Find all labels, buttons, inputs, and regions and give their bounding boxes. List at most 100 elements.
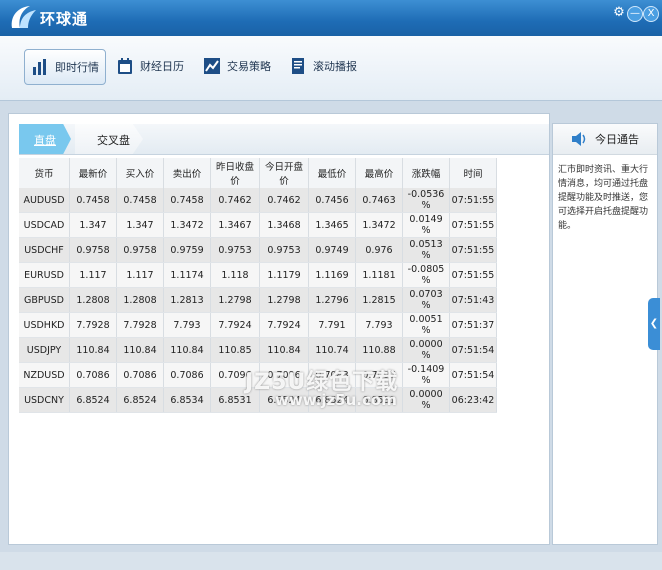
table-cell: 0.9758 (116, 237, 164, 263)
table-cell: -0.0805 % (402, 262, 450, 288)
table-cell: 1.1181 (355, 262, 403, 288)
table-cell: 0.7458 (69, 188, 117, 213)
app-logo-icon (11, 6, 36, 28)
bar-chart-icon (33, 59, 46, 75)
calendar-icon (118, 58, 132, 74)
minimize-button[interactable]: — (627, 6, 643, 22)
table-cell: 7.791 (308, 312, 356, 338)
table-cell: 1.118 (210, 262, 260, 288)
table-cell: 1.2808 (116, 287, 164, 313)
table-cell: 7.7928 (69, 312, 117, 338)
table-cell: 07:51:54 (449, 337, 497, 363)
table-cell: 0.7086 (163, 362, 211, 388)
tab-label: 交叉盘 (97, 134, 130, 147)
table-cell: 1.117 (116, 262, 164, 288)
column-header[interactable]: 最高价 (355, 158, 403, 188)
table-cell: 1.3468 (259, 212, 309, 238)
toolbar-trading-strategy-button[interactable]: 交易策略 (197, 49, 277, 83)
table-cell: 1.2798 (259, 287, 309, 313)
table-cell: 6.8534 (163, 387, 211, 413)
table-cell: 110.85 (210, 337, 260, 363)
side-panel-toggle[interactable]: ❮ (648, 298, 660, 350)
table-row[interactable]: USDCHF 0.9758 0.9758 0.9759 0.9753 0.9753 0.97… (19, 237, 497, 263)
table-cell: USDCHF (19, 237, 70, 263)
table-cell: 0.9753 (259, 237, 309, 263)
toolbar-economic-calendar-button[interactable]: 财经日历 (110, 49, 190, 83)
table-cell: 6.8524 (69, 387, 117, 413)
table-cell: 0.7086 (116, 362, 164, 388)
column-header[interactable]: 买入价 (116, 158, 164, 188)
notice-title: 今日通告 (595, 133, 639, 146)
table-cell: 0.9749 (308, 237, 356, 263)
column-header[interactable]: 今日开盘价 (259, 158, 309, 188)
table-row[interactable]: USDHKD 7.7928 7.7928 7.793 7.7924 7.7924 7.791… (19, 312, 497, 338)
toolbar: 即时行情 财经日历 交易策略 滚动播报 (0, 36, 662, 101)
market-tabs: 直盘 交叉盘 (19, 124, 549, 155)
table-cell: 1.2796 (308, 287, 356, 313)
table-row[interactable]: GBPUSD 1.2808 1.2808 1.2813 1.2798 1.2798 1.27… (19, 287, 497, 313)
settings-gear-icon[interactable]: ⚙ (612, 6, 626, 20)
table-cell: 0.0051 % (402, 312, 450, 338)
column-header[interactable]: 时间 (449, 158, 497, 188)
table-cell: 0.9759 (163, 237, 211, 263)
table-cell: 06:23:42 (449, 387, 497, 413)
table-cell: 6.8524 (116, 387, 164, 413)
table-cell: 0.976 (355, 237, 403, 263)
table-cell: 0.7456 (308, 188, 356, 213)
watermark: JZ5U绿色下载 www.jz5u.com (245, 364, 445, 424)
column-header[interactable]: 涨跌幅 (402, 158, 450, 188)
table-cell: USDHKD (19, 312, 70, 338)
toolbar-rolling-broadcast-button[interactable]: 滚动播报 (283, 49, 363, 83)
column-header[interactable]: 最低价 (308, 158, 356, 188)
table-cell: 1.347 (69, 212, 117, 238)
table-row[interactable]: USDCAD 1.347 1.347 1.3472 1.3467 1.3468 1.3465… (19, 212, 497, 238)
close-button[interactable]: X (643, 6, 659, 22)
table-row[interactable]: AUDUSD 0.7458 0.7458 0.7458 0.7462 0.7462 0.74… (19, 188, 497, 213)
table-cell: 0.0513 % (402, 237, 450, 263)
table-cell: 0.7458 (163, 188, 211, 213)
table-cell: 110.84 (69, 337, 117, 363)
table-row[interactable]: USDJPY 110.84 110.84 110.84 110.85 110.84 110.… (19, 337, 497, 363)
table-cell: 0.7458 (116, 188, 164, 213)
toolbar-item-label: 滚动播报 (313, 60, 357, 73)
table-cell: 0.9758 (69, 237, 117, 263)
column-header[interactable]: 昨日收盘价 (210, 158, 260, 188)
table-cell: 1.1174 (163, 262, 211, 288)
app-title: 环球通 (40, 10, 89, 28)
table-cell: 0.0149 % (402, 212, 450, 238)
table-cell: 07:51:55 (449, 212, 497, 238)
toolbar-realtime-quotes-button[interactable]: 即时行情 (24, 49, 106, 85)
title-bar: 环球通 ⚙ — X (0, 0, 662, 36)
table-cell: 1.2815 (355, 287, 403, 313)
table-cell: 110.74 (308, 337, 356, 363)
table-cell: 0.7462 (259, 188, 309, 213)
document-icon (292, 58, 304, 74)
speaker-icon (572, 132, 586, 146)
column-header[interactable]: 卖出价 (163, 158, 211, 188)
table-cell: 1.2798 (210, 287, 260, 313)
table-cell: USDJPY (19, 337, 70, 363)
notice-body: 汇市即时资讯、重大行情消息，均可通过托盘提醒功能及时推送，您可选择开启托盘提醒功… (558, 165, 649, 231)
tab-cross[interactable]: 交叉盘 (75, 124, 143, 154)
table-row[interactable]: EURUSD 1.117 1.117 1.1174 1.118 1.1179 1.1169 1… (19, 262, 497, 288)
table-cell: 0.9753 (210, 237, 260, 263)
table-cell: 7.7924 (259, 312, 309, 338)
table-cell: 7.793 (355, 312, 403, 338)
table-cell: 07:51:55 (449, 237, 497, 263)
column-header[interactable]: 最新价 (69, 158, 117, 188)
table-cell: GBPUSD (19, 287, 70, 313)
table-cell: 0.0703 % (402, 287, 450, 313)
toolbar-item-label: 交易策略 (227, 60, 271, 73)
table-cell: 07:51:55 (449, 188, 497, 213)
table-cell: 0.7462 (210, 188, 260, 213)
column-header[interactable]: 货币 (19, 158, 70, 188)
table-cell: 1.3472 (355, 212, 403, 238)
table-cell: 1.347 (116, 212, 164, 238)
table-cell: 07:51:37 (449, 312, 497, 338)
notice-header: 今日通告 (553, 124, 657, 155)
table-cell: 1.3465 (308, 212, 356, 238)
table-cell: 1.117 (69, 262, 117, 288)
table-cell: -0.0536 % (402, 188, 450, 213)
table-cell: 07:51:55 (449, 262, 497, 288)
tab-direct[interactable]: 直盘 (19, 124, 71, 154)
